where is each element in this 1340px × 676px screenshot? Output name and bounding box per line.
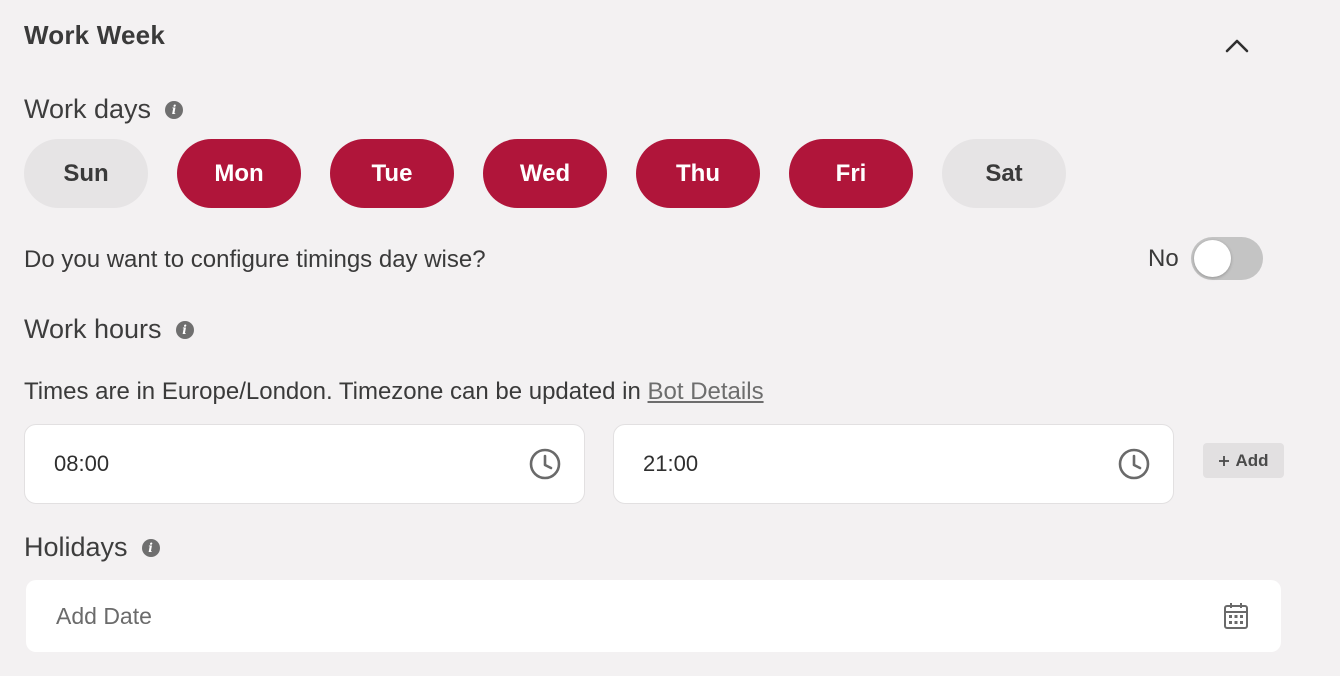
info-icon[interactable]: i (175, 320, 194, 339)
day-sun[interactable]: Sun (24, 139, 148, 208)
work-days-heading: Work days i (24, 94, 184, 125)
work-hours-heading: Work hours i (24, 314, 194, 345)
work-week-page: Work Week Work days i Sun Mon Tue Wed Th… (0, 0, 1340, 676)
timezone-text: Times are in Europe/London. Timezone can… (24, 378, 648, 405)
work-hours-label: Work hours (24, 314, 162, 344)
holidays-heading: Holidays i (24, 532, 160, 563)
toggle-knob (1193, 240, 1231, 277)
day-wise-toggle-group: No (1148, 237, 1263, 280)
day-wise-question: Do you want to configure timings day wis… (24, 246, 486, 273)
clock-icon[interactable] (528, 447, 562, 481)
start-time-input[interactable]: 08:00 (24, 424, 585, 504)
section-title: Work Week (24, 20, 166, 50)
date-placeholder: Add Date (56, 602, 152, 629)
bot-details-link[interactable]: Bot Details (648, 378, 764, 405)
info-icon[interactable]: i (165, 100, 184, 119)
day-fri[interactable]: Fri (789, 139, 913, 208)
timezone-note: Times are in Europe/London. Timezone can… (24, 378, 764, 406)
toggle-state-label: No (1148, 244, 1179, 272)
collapse-button[interactable] (1220, 30, 1254, 60)
day-selector: Sun Mon Tue Wed Thu Fri Sat (24, 139, 1066, 208)
info-icon[interactable]: i (141, 538, 160, 557)
holiday-date-input[interactable]: Add Date (26, 580, 1281, 652)
clock-icon[interactable] (1117, 447, 1151, 481)
add-button-label: Add (1235, 450, 1269, 470)
end-time-input[interactable]: 21:00 (613, 424, 1174, 504)
chevron-up-icon (1225, 39, 1249, 53)
day-tue[interactable]: Tue (330, 139, 454, 208)
day-sat[interactable]: Sat (942, 139, 1066, 208)
day-thu[interactable]: Thu (636, 139, 760, 208)
plus-icon (1219, 455, 1230, 466)
holidays-label: Holidays (24, 532, 128, 562)
calendar-icon[interactable] (1223, 602, 1249, 630)
day-wed[interactable]: Wed (483, 139, 607, 208)
start-time-value: 08:00 (54, 451, 110, 476)
day-wise-toggle[interactable] (1190, 237, 1263, 280)
work-days-label: Work days (24, 94, 152, 124)
day-mon[interactable]: Mon (177, 139, 301, 208)
add-time-button[interactable]: Add (1203, 443, 1284, 478)
end-time-value: 21:00 (643, 451, 699, 476)
